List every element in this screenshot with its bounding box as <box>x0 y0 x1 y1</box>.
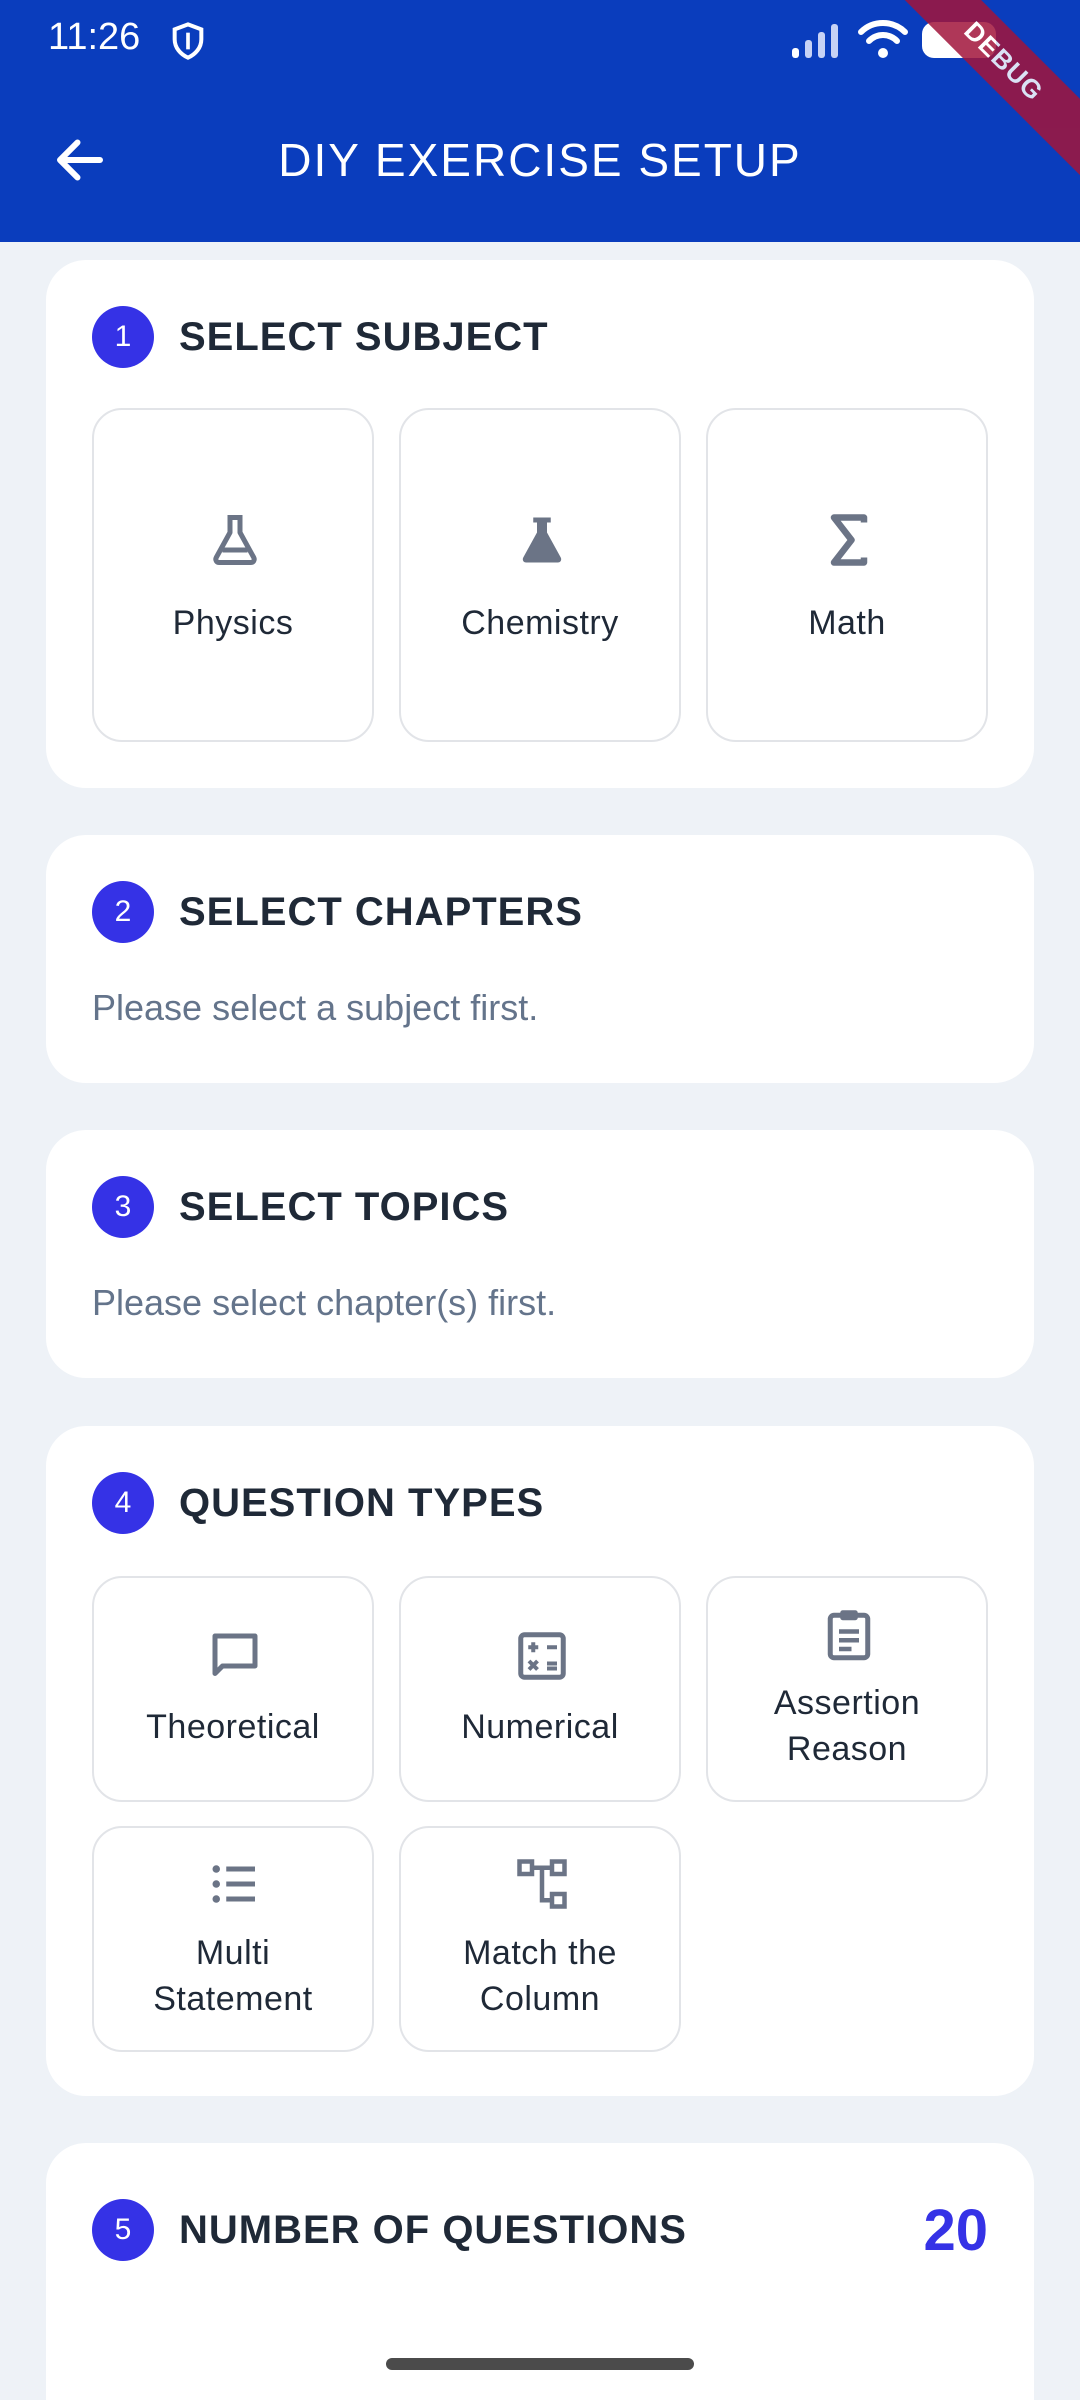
subject-card: 1 SELECT SUBJECT Physics Chemistry Math <box>46 260 1034 788</box>
step-badge: 1 <box>92 306 154 368</box>
list-icon <box>212 1865 255 1903</box>
section-title: SELECT SUBJECT <box>179 315 549 359</box>
status-time: 11:26 <box>48 16 141 58</box>
app-bar: 11:26 DEBUG DIY EXERCISE SETUP <box>0 0 1080 242</box>
shield-icon <box>172 22 204 60</box>
step-badge: 4 <box>92 1472 154 1534</box>
tile-label-line1: Match the <box>463 1934 617 1972</box>
page-title: DIY EXERCISE SETUP <box>278 134 802 186</box>
tile-label: Theoretical <box>146 1708 320 1746</box>
signal-icon <box>792 24 838 58</box>
type-assertion-reason[interactable]: Assertion Reason <box>706 1576 988 1802</box>
chapters-card: 2 SELECT CHAPTERS Please select a subjec… <box>46 835 1034 1083</box>
tile-label-line1: Assertion <box>773 1684 921 1722</box>
tile-label: Numerical <box>461 1708 619 1746</box>
tile-label-line2: Reason <box>786 1730 908 1768</box>
section-title: SELECT TOPICS <box>179 1185 510 1229</box>
tile-label: Chemistry <box>461 604 619 642</box>
step-badge: 2 <box>92 881 154 943</box>
topics-hint: Please select chapter(s) first. <box>92 1282 557 1323</box>
calculator-icon <box>518 1632 566 1680</box>
section-title: NUMBER OF QUESTIONS <box>179 2208 687 2252</box>
topics-card: 3 SELECT TOPICS Please select chapter(s)… <box>46 1130 1034 1378</box>
subject-physics[interactable]: Physics <box>92 408 374 742</box>
type-numerical[interactable]: Numerical <box>399 1576 681 1802</box>
section-title: QUESTION TYPES <box>179 1481 545 1525</box>
schema-icon <box>517 1859 567 1909</box>
tile-label: Math <box>808 604 886 642</box>
step-badge: 5 <box>92 2199 154 2261</box>
tile-label-line1: Multi <box>195 1934 271 1972</box>
home-indicator[interactable] <box>386 2358 694 2370</box>
wifi-icon <box>858 20 908 58</box>
question-types-card: 4 QUESTION TYPES Theoretical Numerical A… <box>46 1426 1034 2096</box>
question-count-value: 20 <box>923 2198 988 2263</box>
tile-label: Physics <box>172 604 294 642</box>
flask-outline-icon <box>213 515 257 565</box>
chat-bubble-icon <box>212 1633 258 1676</box>
subject-math[interactable]: Math <box>706 408 988 742</box>
type-theoretical[interactable]: Theoretical <box>92 1576 374 1802</box>
tile-label-line2: Statement <box>153 1980 313 2018</box>
tile-label-line2: Column <box>479 1980 601 2018</box>
subject-chemistry[interactable]: Chemistry <box>399 408 681 742</box>
type-match-the-column[interactable]: Match the Column <box>399 1826 681 2052</box>
step-badge: 3 <box>92 1176 154 1238</box>
section-title: SELECT CHAPTERS <box>179 890 583 934</box>
sigma-icon <box>830 514 868 566</box>
type-multi-statement[interactable]: Multi Statement <box>92 1826 374 2052</box>
flask-filled-icon <box>522 517 562 563</box>
clipboard-icon <box>827 1610 871 1661</box>
chapters-hint: Please select a subject first. <box>92 987 539 1028</box>
